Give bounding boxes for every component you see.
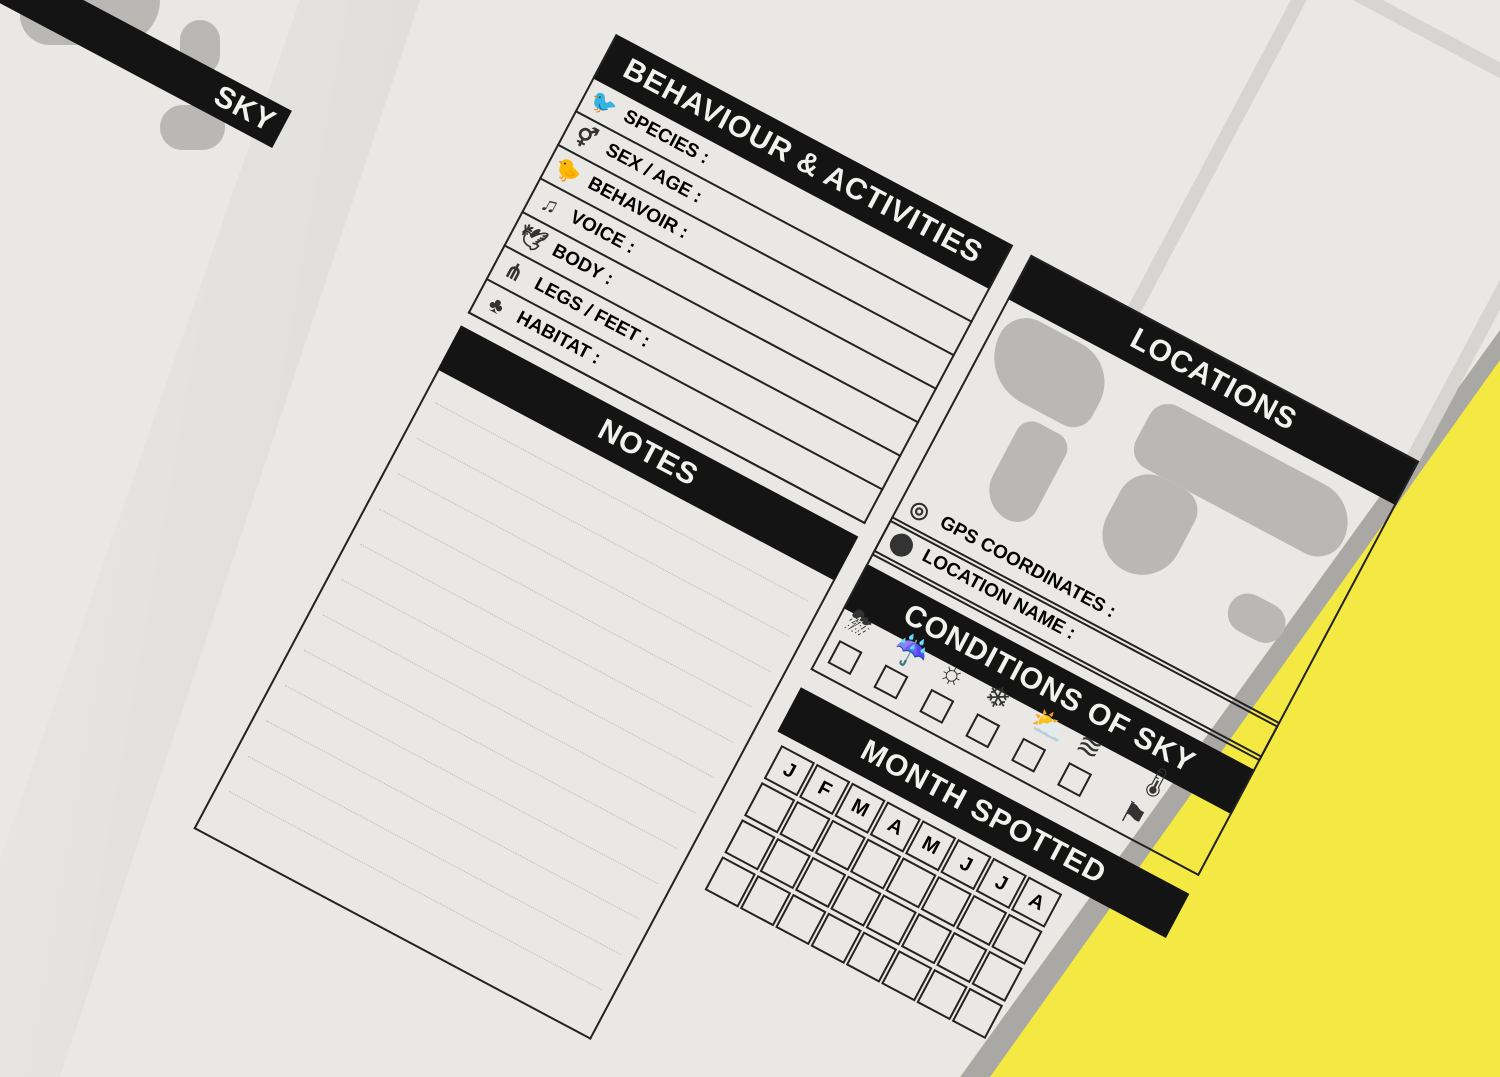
notes-line [285,685,659,885]
weather-checkbox[interactable] [1011,737,1047,773]
notes-line [378,508,753,708]
weather-checkbox[interactable] [919,688,955,724]
weather-checkbox[interactable] [965,713,1001,749]
compass-icon: ◎ [905,494,935,526]
photo-scene: SKY BEHAVIOUR & ACTIVITIES 🐦 SPECIES : ⚥ SE… [0,0,1500,1077]
notes-line [322,614,696,814]
notes-line [360,543,734,743]
notes-line [303,649,677,849]
weather-checkbox[interactable] [1056,762,1093,798]
map-south-america [977,415,1074,530]
weather-checkbox[interactable] [873,664,909,700]
notes-line [341,579,715,779]
map-australia [1220,586,1293,650]
notes-line [266,720,640,920]
